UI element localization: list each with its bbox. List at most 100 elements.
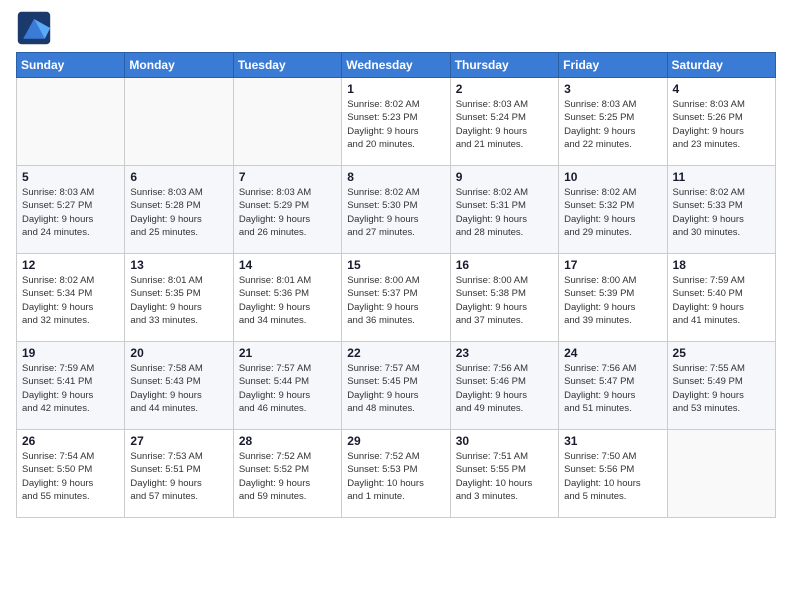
calendar-cell: 7 Sunrise: 8:03 AM Sunset: 5:29 PM Daylig… [233,166,341,254]
calendar-cell: 6 Sunrise: 8:03 AM Sunset: 5:28 PM Daylig… [125,166,233,254]
day-number: 31 [564,434,661,448]
weekday-header-monday: Monday [125,53,233,78]
calendar-cell: 20Sunrise: 7:58 AM Sunset: 5:43 PM Dayli… [125,342,233,430]
day-number: 22 [347,346,444,360]
day-info: Sunrise: 7:52 AM Sunset: 5:53 PM Dayligh… [347,450,444,503]
day-info: Sunrise: 7:55 AM Sunset: 5:49 PM Dayligh… [673,362,770,415]
calendar-cell: 13 Sunrise: 8:01 AM Sunset: 5:35 PM Dayli… [125,254,233,342]
week-row-5: 26Sunrise: 7:54 AM Sunset: 5:50 PM Dayli… [17,430,776,518]
calendar-cell: 25 Sunrise: 7:55 AM Sunset: 5:49 PM Dayli… [667,342,775,430]
calendar-cell: 9Sunrise: 8:02 AM Sunset: 5:31 PM Daylig… [450,166,558,254]
day-number: 8 [347,170,444,184]
day-number: 3 [564,82,661,96]
day-number: 7 [239,170,336,184]
calendar-cell: 28 Sunrise: 7:52 AM Sunset: 5:52 PM Dayli… [233,430,341,518]
day-info: Sunrise: 8:02 AM Sunset: 5:32 PM Dayligh… [564,186,661,239]
day-number: 21 [239,346,336,360]
day-info: Sunrise: 7:59 AM Sunset: 5:40 PM Dayligh… [673,274,770,327]
weekday-header-sunday: Sunday [17,53,125,78]
day-number: 5 [22,170,119,184]
day-info: Sunrise: 7:50 AM Sunset: 5:56 PM Dayligh… [564,450,661,503]
logo-icon [16,10,52,46]
day-number: 16 [456,258,553,272]
day-info: Sunrise: 8:03 AM Sunset: 5:29 PM Dayligh… [239,186,336,239]
calendar-cell [667,430,775,518]
calendar-cell: 26Sunrise: 7:54 AM Sunset: 5:50 PM Dayli… [17,430,125,518]
day-number: 10 [564,170,661,184]
calendar-header: SundayMondayTuesdayWednesdayThursdayFrid… [17,53,776,78]
day-number: 30 [456,434,553,448]
calendar-cell: 8 Sunrise: 8:02 AM Sunset: 5:30 PM Daylig… [342,166,450,254]
week-row-3: 12 Sunrise: 8:02 AM Sunset: 5:34 PM Dayli… [17,254,776,342]
day-number: 28 [239,434,336,448]
calendar-cell: 10 Sunrise: 8:02 AM Sunset: 5:32 PM Dayli… [559,166,667,254]
week-row-4: 19 Sunrise: 7:59 AM Sunset: 5:41 PM Dayli… [17,342,776,430]
header [16,10,776,46]
weekday-header-saturday: Saturday [667,53,775,78]
day-number: 4 [673,82,770,96]
day-number: 25 [673,346,770,360]
day-info: Sunrise: 8:00 AM Sunset: 5:38 PM Dayligh… [456,274,553,327]
day-info: Sunrise: 8:00 AM Sunset: 5:39 PM Dayligh… [564,274,661,327]
day-info: Sunrise: 8:03 AM Sunset: 5:25 PM Dayligh… [564,98,661,151]
calendar-cell: 30 Sunrise: 7:51 AM Sunset: 5:55 PM Dayli… [450,430,558,518]
day-info: Sunrise: 7:51 AM Sunset: 5:55 PM Dayligh… [456,450,553,503]
day-info: Sunrise: 7:56 AM Sunset: 5:46 PM Dayligh… [456,362,553,415]
logo [16,10,56,46]
day-number: 29 [347,434,444,448]
day-info: Sunrise: 8:02 AM Sunset: 5:33 PM Dayligh… [673,186,770,239]
day-number: 17 [564,258,661,272]
day-number: 6 [130,170,227,184]
weekday-header-wednesday: Wednesday [342,53,450,78]
day-number: 9 [456,170,553,184]
calendar-cell [125,78,233,166]
day-number: 13 [130,258,227,272]
day-info: Sunrise: 8:01 AM Sunset: 5:35 PM Dayligh… [130,274,227,327]
calendar-cell: 19 Sunrise: 7:59 AM Sunset: 5:41 PM Dayli… [17,342,125,430]
day-info: Sunrise: 8:01 AM Sunset: 5:36 PM Dayligh… [239,274,336,327]
day-number: 15 [347,258,444,272]
day-info: Sunrise: 8:03 AM Sunset: 5:24 PM Dayligh… [456,98,553,151]
weekday-header-thursday: Thursday [450,53,558,78]
day-info: Sunrise: 7:59 AM Sunset: 5:41 PM Dayligh… [22,362,119,415]
day-number: 23 [456,346,553,360]
day-info: Sunrise: 7:52 AM Sunset: 5:52 PM Dayligh… [239,450,336,503]
day-number: 12 [22,258,119,272]
calendar-cell: 22 Sunrise: 7:57 AM Sunset: 5:45 PM Dayli… [342,342,450,430]
calendar-cell: 18Sunrise: 7:59 AM Sunset: 5:40 PM Dayli… [667,254,775,342]
calendar: SundayMondayTuesdayWednesdayThursdayFrid… [16,52,776,518]
calendar-cell: 5 Sunrise: 8:03 AM Sunset: 5:27 PM Daylig… [17,166,125,254]
day-info: Sunrise: 7:53 AM Sunset: 5:51 PM Dayligh… [130,450,227,503]
day-info: Sunrise: 7:54 AM Sunset: 5:50 PM Dayligh… [22,450,119,503]
day-number: 27 [130,434,227,448]
day-number: 2 [456,82,553,96]
calendar-cell: 12 Sunrise: 8:02 AM Sunset: 5:34 PM Dayli… [17,254,125,342]
calendar-cell: 23 Sunrise: 7:56 AM Sunset: 5:46 PM Dayli… [450,342,558,430]
day-info: Sunrise: 8:02 AM Sunset: 5:34 PM Dayligh… [22,274,119,327]
day-number: 11 [673,170,770,184]
calendar-cell: 27 Sunrise: 7:53 AM Sunset: 5:51 PM Dayli… [125,430,233,518]
day-number: 19 [22,346,119,360]
weekday-header-tuesday: Tuesday [233,53,341,78]
day-info: Sunrise: 8:03 AM Sunset: 5:27 PM Dayligh… [22,186,119,239]
calendar-cell: 21Sunrise: 7:57 AM Sunset: 5:44 PM Dayli… [233,342,341,430]
calendar-cell: 3 Sunrise: 8:03 AM Sunset: 5:25 PM Daylig… [559,78,667,166]
calendar-cell: 24 Sunrise: 7:56 AM Sunset: 5:47 PM Dayli… [559,342,667,430]
calendar-cell: 16 Sunrise: 8:00 AM Sunset: 5:38 PM Dayli… [450,254,558,342]
day-number: 1 [347,82,444,96]
calendar-cell: 4Sunrise: 8:03 AM Sunset: 5:26 PM Daylig… [667,78,775,166]
day-info: Sunrise: 7:57 AM Sunset: 5:45 PM Dayligh… [347,362,444,415]
day-info: Sunrise: 7:56 AM Sunset: 5:47 PM Dayligh… [564,362,661,415]
day-info: Sunrise: 8:02 AM Sunset: 5:30 PM Dayligh… [347,186,444,239]
day-number: 24 [564,346,661,360]
week-row-2: 5 Sunrise: 8:03 AM Sunset: 5:27 PM Daylig… [17,166,776,254]
calendar-cell: 1 Sunrise: 8:02 AM Sunset: 5:23 PM Daylig… [342,78,450,166]
day-info: Sunrise: 8:00 AM Sunset: 5:37 PM Dayligh… [347,274,444,327]
weekday-row: SundayMondayTuesdayWednesdayThursdayFrid… [17,53,776,78]
day-info: Sunrise: 8:03 AM Sunset: 5:28 PM Dayligh… [130,186,227,239]
calendar-cell [17,78,125,166]
day-info: Sunrise: 8:02 AM Sunset: 5:23 PM Dayligh… [347,98,444,151]
calendar-cell [233,78,341,166]
calendar-cell: 11 Sunrise: 8:02 AM Sunset: 5:33 PM Dayli… [667,166,775,254]
calendar-cell: 29 Sunrise: 7:52 AM Sunset: 5:53 PM Dayli… [342,430,450,518]
